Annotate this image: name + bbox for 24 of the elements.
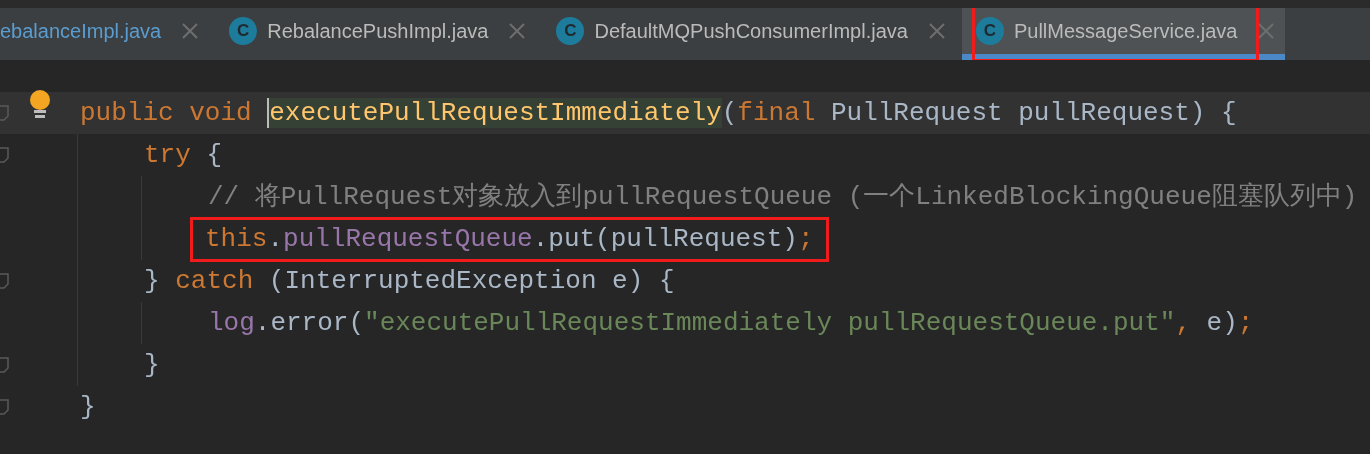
code-line: } [79,390,97,424]
close-icon[interactable] [927,22,946,40]
close-icon[interactable] [508,22,527,40]
code-line: try { [143,138,224,172]
file-tab[interactable]: DefaultMQPushConsumerImpl.java [594,16,908,46]
fold-marker-icon[interactable] [0,147,10,163]
fold-marker-icon[interactable] [0,105,10,121]
close-icon[interactable] [181,22,200,40]
file-tab[interactable]: ebalanceImpl.java [0,16,162,46]
file-tab[interactable]: PullMessageService.java [1013,16,1238,46]
class-icon: C [975,17,1004,45]
code-line: } [143,348,161,382]
close-icon[interactable] [1257,22,1276,40]
fold-marker-icon[interactable] [0,273,10,289]
lightbulb-icon[interactable] [29,90,51,120]
code-line: log.error("executePullRequestImmediately pullRequestQueue.put", e); [207,306,1255,340]
code-line: public void executePullRequestImmediately(final PullRequest pullRequest) { [79,96,1238,130]
class-icon: C [556,17,585,45]
fold-marker-icon[interactable] [0,357,10,373]
file-tab[interactable]: RebalancePushImpl.java [267,16,489,46]
fold-marker-icon[interactable] [0,399,10,415]
class-icon: C [229,17,258,45]
code-line: } catch (InterruptedException e) { [143,264,676,298]
code-line: // 将PullRequest对象放入到pullRequestQueue (一个LinkedBlockingQueue阻塞队列中) [207,180,1359,214]
